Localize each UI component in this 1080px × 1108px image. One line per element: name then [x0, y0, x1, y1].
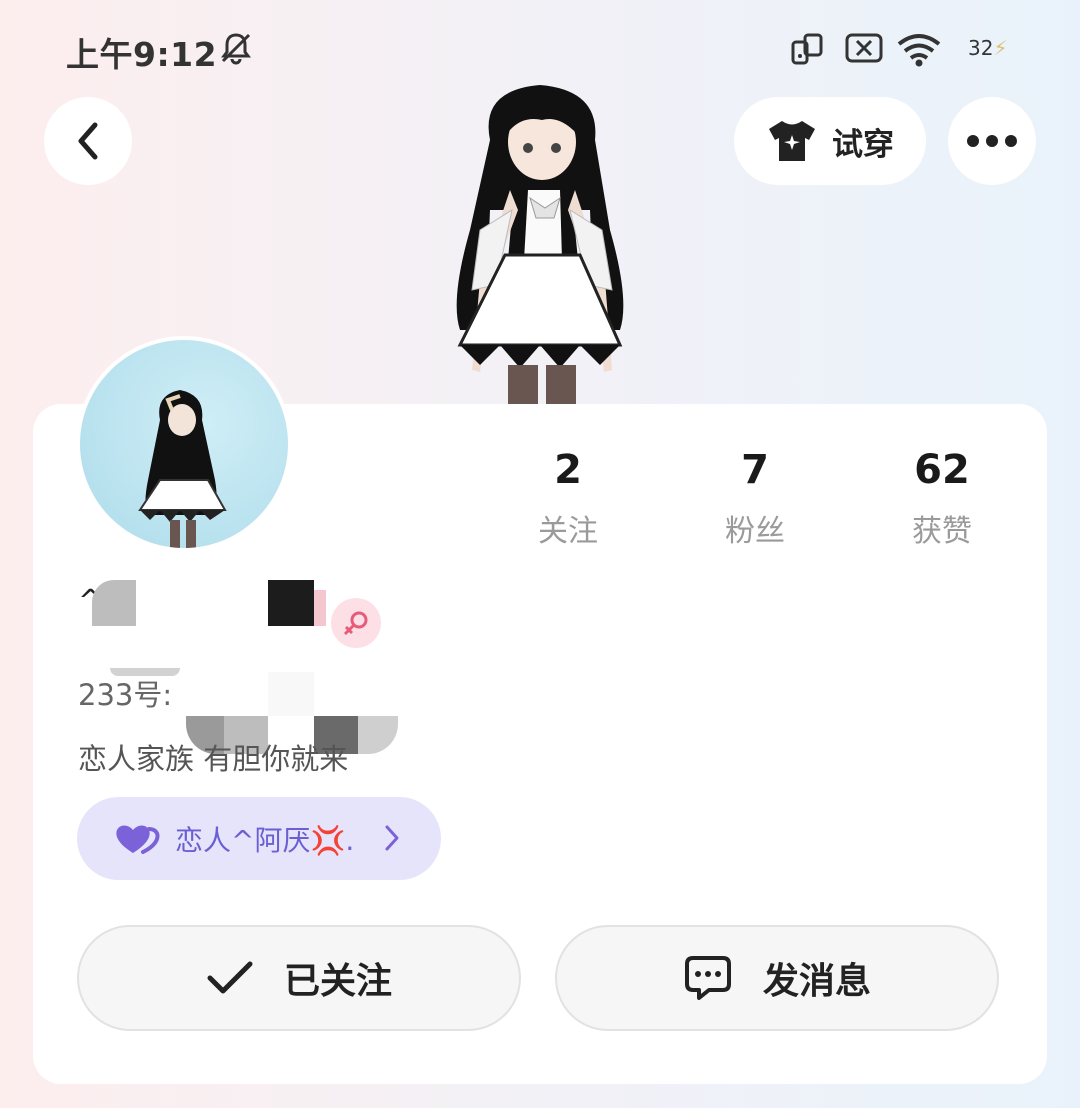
stat-fans-label: 粉丝 — [725, 514, 785, 549]
stat-following-label: 关注 — [538, 514, 598, 549]
stat-likes-count: 62 — [914, 447, 970, 493]
followed-label: 已关注 — [283, 961, 392, 1002]
stat-fans[interactable]: 7 粉丝 — [675, 448, 835, 550]
check-icon — [207, 961, 253, 994]
battery-level: 32⚡ — [968, 36, 1008, 60]
user-bio: 恋人家族 有胆你就来 — [78, 742, 349, 776]
stat-following-count: 2 — [554, 447, 582, 493]
stat-fans-count: 7 — [741, 447, 769, 493]
gender-badge — [331, 598, 381, 648]
status-time: 上午9:12 — [66, 35, 218, 74]
sim-blocked-icon — [845, 33, 883, 63]
user-id: 233号: — [78, 678, 173, 712]
send-message-label: 发消息 — [762, 961, 871, 1002]
stat-following[interactable]: 2 关注 — [488, 448, 648, 550]
stat-likes-label: 获赞 — [912, 514, 972, 549]
more-dots-icon — [967, 135, 1017, 147]
stat-likes[interactable]: 62 获赞 — [862, 448, 1022, 550]
followed-button[interactable]: 已关注 — [77, 925, 521, 1031]
silent-bell-icon — [221, 33, 251, 65]
tshirt-icon — [769, 121, 815, 161]
chevron-left-icon — [78, 122, 98, 160]
lover-name: 恋人^阿厌💢. — [175, 823, 355, 857]
female-icon — [343, 611, 368, 636]
hearts-icon — [116, 825, 160, 854]
battery-icon: ⚡ — [993, 36, 1008, 60]
chevron-right-icon — [385, 825, 399, 851]
lover-pill[interactable]: 恋人^阿厌💢. — [77, 797, 441, 880]
chat-bubble-icon — [684, 956, 731, 1000]
avatar-character — [138, 390, 227, 548]
send-message-button[interactable]: 发消息 — [555, 925, 999, 1031]
screen-rotate-icon — [791, 33, 823, 65]
avatar-image — [80, 340, 288, 548]
more-button[interactable] — [948, 97, 1036, 185]
character-figure — [456, 85, 624, 406]
try-on-button[interactable]: 试穿 — [734, 97, 926, 185]
wifi-icon — [897, 34, 941, 67]
avatar[interactable] — [76, 336, 292, 552]
try-on-label: 试穿 — [832, 126, 894, 163]
back-button[interactable] — [44, 97, 132, 185]
